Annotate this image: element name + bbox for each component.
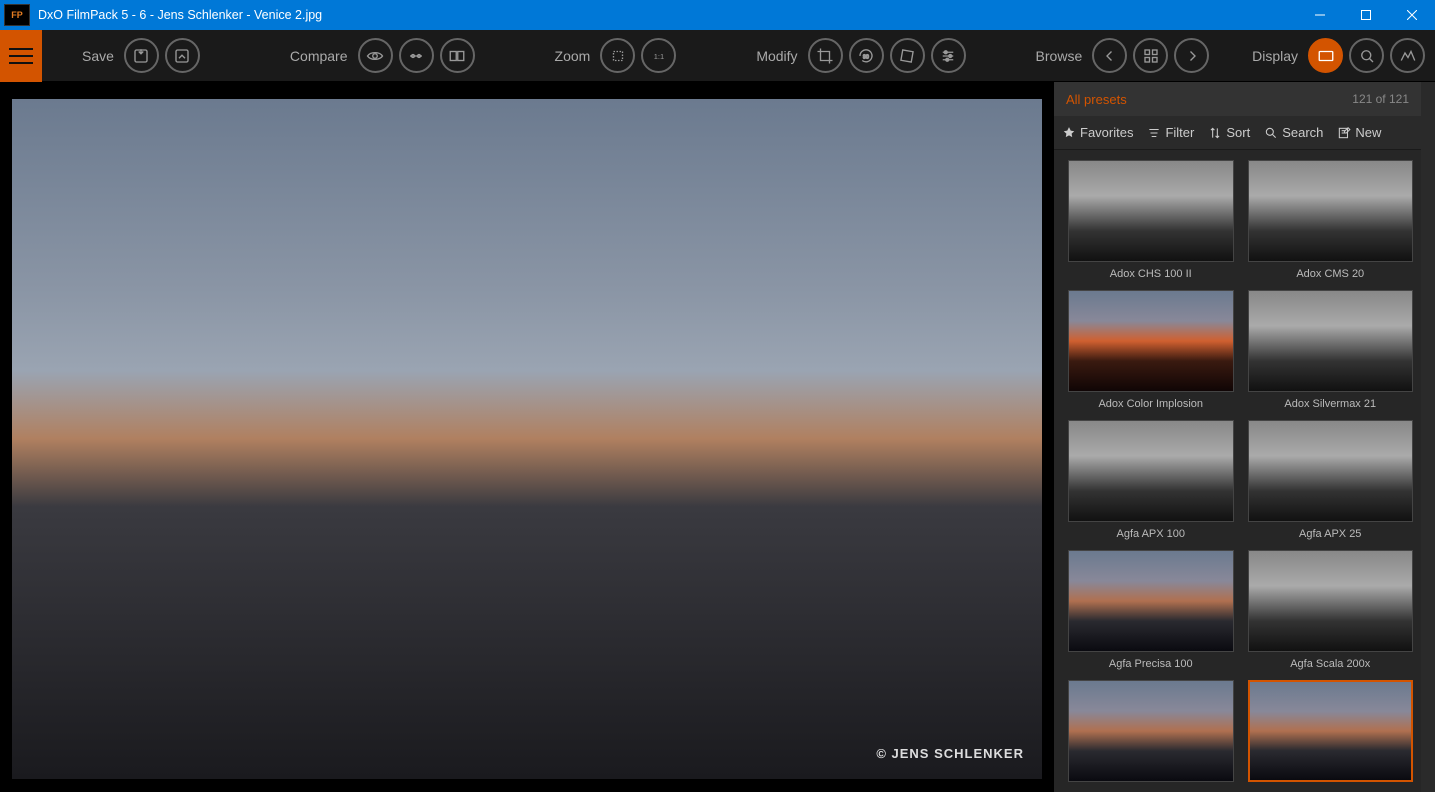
filter-button[interactable]: Filter (1147, 125, 1194, 140)
zoom-100-button[interactable]: 1:1 (641, 38, 676, 73)
preset-item[interactable]: Agfa APX 100 (1068, 420, 1234, 540)
preset-thumbnail[interactable] (1248, 290, 1414, 392)
presets-header: All presets 121 of 121 (1054, 82, 1421, 116)
preset-name: Agfa APX 100 (1068, 528, 1234, 540)
preset-item[interactable]: Agfa APX 25 (1248, 420, 1414, 540)
preset-thumbnail[interactable] (1248, 550, 1414, 652)
preset-item[interactable]: Adox Silvermax 21 (1248, 290, 1414, 410)
presets-title[interactable]: All presets (1066, 92, 1127, 107)
display-presets-button[interactable] (1308, 38, 1343, 73)
browse-label: Browse (1036, 48, 1083, 64)
svg-text:90: 90 (863, 54, 869, 60)
preset-name: Adox Color Implosion (1068, 398, 1234, 410)
close-button[interactable] (1389, 0, 1435, 30)
toolbar: Save Compare Zoom 1:1 Modify 90 Browse D… (0, 30, 1435, 82)
scrollbar[interactable] (1421, 82, 1435, 792)
presets-scroll[interactable]: Adox CHS 100 II Adox CMS 20 Adox Color Imp… (1054, 150, 1421, 792)
preset-name: Adox CHS 100 II (1068, 268, 1234, 280)
display-group: Display (1252, 38, 1425, 73)
search-label: Search (1282, 125, 1323, 140)
zoom-fit-button[interactable] (600, 38, 635, 73)
preset-item[interactable]: Adox CMS 20 (1248, 160, 1414, 280)
preset-name: Agfa Scala 200x (1248, 658, 1414, 670)
app-icon: FP (4, 4, 30, 26)
svg-text:1:1: 1:1 (654, 52, 664, 61)
crop-button[interactable] (808, 38, 843, 73)
preset-name: Agfa Precisa 100 (1068, 658, 1234, 670)
presets-toolbar: Favorites Filter Sort Search New (1054, 116, 1421, 150)
save-as-button[interactable] (165, 38, 200, 73)
compare-group: Compare (290, 38, 475, 73)
window-title: DxO FilmPack 5 - 6 - Jens Schlenker - Ve… (38, 8, 1297, 22)
preset-name: Adox CMS 20 (1248, 268, 1414, 280)
preset-thumbnail[interactable] (1068, 290, 1234, 392)
compare-split-button[interactable] (399, 38, 434, 73)
sort-label: Sort (1226, 125, 1250, 140)
filter-label: Filter (1165, 125, 1194, 140)
preset-thumbnail[interactable] (1248, 420, 1414, 522)
preset-item[interactable] (1068, 680, 1234, 788)
browse-next-button[interactable] (1174, 38, 1209, 73)
browse-group: Browse (1036, 38, 1210, 73)
modify-label: Modify (756, 48, 797, 64)
new-label: New (1355, 125, 1381, 140)
preset-item[interactable]: Agfa Scala 200x (1248, 550, 1414, 670)
save-group: Save (82, 38, 200, 73)
modify-group: Modify 90 (756, 38, 965, 73)
preset-item[interactable] (1248, 680, 1414, 788)
compare-eye-button[interactable] (358, 38, 393, 73)
preset-item[interactable]: Agfa Precisa 100 (1068, 550, 1234, 670)
preset-name: Adox Silvermax 21 (1248, 398, 1414, 410)
compare-side-button[interactable] (440, 38, 475, 73)
zoom-label: Zoom (555, 48, 591, 64)
save-button[interactable] (124, 38, 159, 73)
favorites-button[interactable]: Favorites (1062, 125, 1133, 140)
sliders-button[interactable] (931, 38, 966, 73)
titlebar: FP DxO FilmPack 5 - 6 - Jens Schlenker -… (0, 0, 1435, 30)
minimize-button[interactable] (1297, 0, 1343, 30)
rotate-button[interactable]: 90 (849, 38, 884, 73)
compare-label: Compare (290, 48, 348, 64)
save-label: Save (82, 48, 114, 64)
browse-prev-button[interactable] (1092, 38, 1127, 73)
image-viewer[interactable]: © JENS SCHLENKER (0, 82, 1054, 792)
preset-thumbnail[interactable] (1068, 680, 1234, 782)
sort-button[interactable]: Sort (1208, 125, 1250, 140)
preset-item[interactable]: Adox CHS 100 II (1068, 160, 1234, 280)
presets-panel: All presets 121 of 121 Favorites Filter … (1054, 82, 1421, 792)
display-histogram-button[interactable] (1390, 38, 1425, 73)
preset-item[interactable]: Adox Color Implosion (1068, 290, 1234, 410)
browse-grid-button[interactable] (1133, 38, 1168, 73)
preset-thumbnail[interactable] (1068, 420, 1234, 522)
search-button[interactable]: Search (1264, 125, 1323, 140)
display-controls-button[interactable] (1349, 38, 1384, 73)
favorites-label: Favorites (1080, 125, 1133, 140)
display-label: Display (1252, 48, 1298, 64)
menu-button[interactable] (0, 30, 42, 82)
main-image: © JENS SCHLENKER (12, 99, 1042, 779)
presets-count: 121 of 121 (1352, 92, 1409, 106)
image-credit: © JENS SCHLENKER (876, 746, 1024, 761)
preset-thumbnail[interactable] (1248, 680, 1414, 782)
maximize-button[interactable] (1343, 0, 1389, 30)
preset-thumbnail[interactable] (1068, 160, 1234, 262)
preset-thumbnail[interactable] (1068, 550, 1234, 652)
straighten-button[interactable] (890, 38, 925, 73)
preset-name: Agfa APX 25 (1248, 528, 1414, 540)
zoom-group: Zoom 1:1 (555, 38, 677, 73)
new-button[interactable]: New (1337, 125, 1381, 140)
preset-thumbnail[interactable] (1248, 160, 1414, 262)
